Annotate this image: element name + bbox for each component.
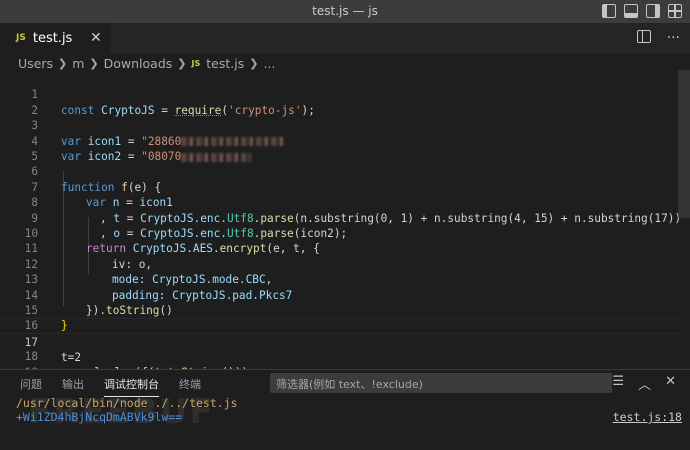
console-result: +Wi1ZD4hBjNcqDmABVk9lw== <box>16 410 183 424</box>
code-line: 5 <box>0 134 680 163</box>
code-line: 18 console.log(f(t.toString())) <box>0 334 680 378</box>
chevron-right-icon: ❯ <box>89 56 99 70</box>
code-line: 13 padding: CryptoJS.pad.Pkcs7 <box>0 257 680 301</box>
code-line: 4 var icon2 = "08070 <box>0 118 680 163</box>
tab-test-js[interactable]: JS test.js ✕ <box>0 23 110 53</box>
code-editor[interactable]: 1 const CryptoJS = require('crypto-js');… <box>0 70 690 379</box>
code-line: 12 mode: CryptoJS.mode.CBC, <box>0 241 680 286</box>
breadcrumb-item-file[interactable]: test.js <box>206 56 244 71</box>
clear-console-icon[interactable]: ☰ <box>612 374 624 393</box>
title-bar: test.js — js <box>0 0 690 23</box>
tab-terminal[interactable]: 终端 <box>179 376 201 397</box>
tab-output[interactable]: 输出 <box>62 376 84 397</box>
code-line: 7 var n = icon1 <box>0 164 680 209</box>
code-line: 10 return CryptoJS.AES.encrypt(e, t, { <box>0 211 680 255</box>
split-editor-icon[interactable] <box>636 30 651 43</box>
bottom-panel: FREEBUF 问题 输出 调试控制台 终端 筛选器(例如 text、!excl… <box>0 369 690 450</box>
javascript-file-icon: JS <box>16 33 26 43</box>
code-line: 14 }).toString() <box>0 272 680 317</box>
toggle-panel-icon[interactable] <box>624 4 638 18</box>
code-line: 9 , o = CryptoJS.enc.Utf8.parse(icon2); <box>0 195 680 240</box>
layout-controls <box>602 4 682 18</box>
breadcrumb-item-m[interactable]: m <box>72 56 84 71</box>
customize-layout-icon[interactable] <box>668 4 682 18</box>
panel-tabs: 问题 输出 调试控制台 终端 <box>20 376 221 397</box>
console-filter-input[interactable]: 筛选器(例如 text、!exclude) <box>270 373 612 393</box>
toggle-secondary-sidebar-icon[interactable] <box>646 4 660 18</box>
breadcrumb-item-downloads[interactable]: Downloads <box>104 56 173 71</box>
code-line: 2 <box>0 87 680 117</box>
maximize-panel-icon[interactable]: ︿ <box>638 374 651 393</box>
breadcrumb-item-users[interactable]: Users <box>18 56 53 71</box>
breadcrumb-item-symbol[interactable]: ... <box>263 56 275 71</box>
debug-console-output: /usr/local/bin/node ./../test.js +Wi1ZD4… <box>16 396 238 424</box>
code-line: 16 <box>0 303 680 332</box>
close-icon[interactable]: ✕ <box>665 374 676 393</box>
console-command: /usr/local/bin/node ./../test.js <box>16 396 238 410</box>
code-line: 11 iv: o, <box>0 226 680 270</box>
tab-debug-console[interactable]: 调试控制台 <box>104 376 159 397</box>
code-line-current: 17 t=2 <box>0 318 680 364</box>
source-location-link[interactable]: test.js:18 <box>613 410 682 424</box>
tab-problems[interactable]: 问题 <box>20 376 42 397</box>
close-icon[interactable]: ✕ <box>90 30 102 46</box>
code-line: 19 <box>0 349 680 379</box>
code-line: 15 } <box>0 288 680 332</box>
editor-scrollbar[interactable] <box>678 70 690 218</box>
editor-actions: ··· <box>636 30 680 46</box>
code-line: 8 , t = CryptoJS.enc.Utf8.parse(n.substr… <box>0 180 681 224</box>
code-line: 3 var icon1 = "28860 <box>0 103 680 148</box>
javascript-file-icon: JS <box>191 58 201 68</box>
tab-label: test.js <box>32 30 73 46</box>
chevron-right-icon: ❯ <box>58 56 68 70</box>
editor-tab-bar: JS test.js ✕ ··· <box>0 23 690 53</box>
more-actions-icon[interactable]: ··· <box>667 30 680 46</box>
toggle-primary-sidebar-icon[interactable] <box>602 4 616 18</box>
window-title: test.js — js <box>312 4 378 18</box>
chevron-right-icon: ❯ <box>177 56 187 70</box>
panel-actions: ☰ ︿ ✕ <box>612 374 676 393</box>
code-line: 6 function f(e) { <box>0 149 680 193</box>
chevron-right-icon: ❯ <box>249 56 259 70</box>
code-line: 1 const CryptoJS = require('crypto-js'); <box>0 72 680 116</box>
